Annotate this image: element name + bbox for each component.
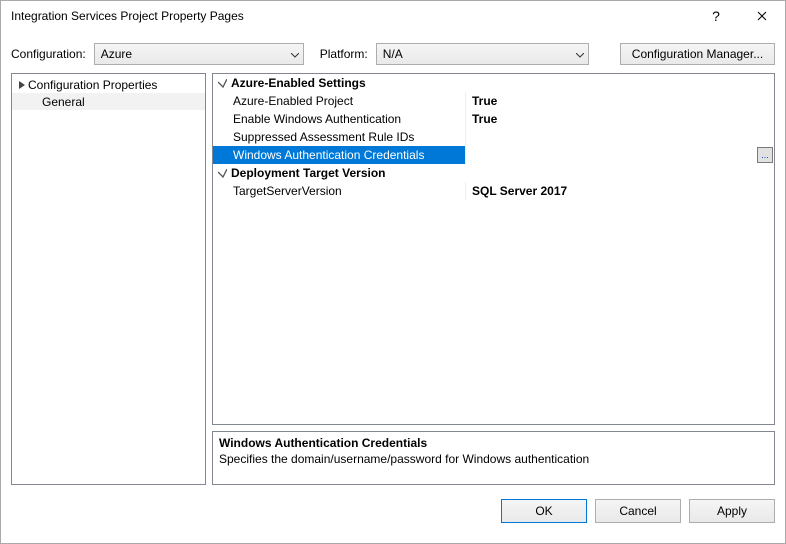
- ellipsis-button[interactable]: ...: [757, 147, 773, 163]
- platform-label: Platform:: [320, 47, 368, 61]
- prop-name: Azure-Enabled Project: [213, 92, 466, 110]
- chevron-down-icon: [291, 47, 299, 61]
- tree-item-label: Configuration Properties: [28, 78, 157, 92]
- platform-dropdown[interactable]: N/A: [376, 43, 589, 65]
- prop-value[interactable]: True: [466, 110, 774, 128]
- tree-item-config-properties[interactable]: Configuration Properties: [12, 76, 205, 93]
- category-azure-settings[interactable]: Azure-Enabled Settings: [213, 74, 774, 92]
- help-button[interactable]: ?: [693, 1, 739, 31]
- configuration-label: Configuration:: [11, 47, 86, 61]
- prop-enable-windows-auth[interactable]: Enable Windows Authentication True: [213, 110, 774, 128]
- dialog-footer: OK Cancel Apply: [1, 491, 785, 533]
- category-deployment-target[interactable]: Deployment Target Version: [213, 164, 774, 182]
- prop-name: TargetServerVersion: [213, 182, 466, 200]
- tree-item-label: General: [42, 95, 85, 109]
- nav-tree: Configuration Properties General: [11, 73, 206, 485]
- apply-button[interactable]: Apply: [689, 499, 775, 523]
- category-expander-icon[interactable]: [213, 169, 231, 178]
- description-title: Windows Authentication Credentials: [219, 436, 768, 450]
- prop-azure-enabled-project[interactable]: Azure-Enabled Project True: [213, 92, 774, 110]
- tree-expander-icon[interactable]: [16, 80, 28, 89]
- body: Configuration Properties General Azure-E…: [1, 73, 785, 491]
- property-grid: Azure-Enabled Settings Azure-Enabled Pro…: [212, 73, 775, 425]
- platform-value: N/A: [383, 47, 403, 61]
- right-pane: Azure-Enabled Settings Azure-Enabled Pro…: [212, 73, 775, 485]
- close-icon: [757, 11, 767, 21]
- title-bar: Integration Services Project Property Pa…: [1, 1, 785, 31]
- prop-name: Suppressed Assessment Rule IDs: [213, 128, 466, 146]
- description-text: Specifies the domain/username/password f…: [219, 452, 768, 466]
- configuration-manager-button[interactable]: Configuration Manager...: [620, 43, 775, 65]
- configuration-value: Azure: [101, 47, 132, 61]
- tree-item-general[interactable]: General: [12, 93, 205, 110]
- prop-value[interactable]: [466, 128, 774, 146]
- prop-value[interactable]: ...: [466, 146, 774, 164]
- configuration-dropdown[interactable]: Azure: [94, 43, 304, 65]
- config-toolbar: Configuration: Azure Platform: N/A Confi…: [1, 31, 785, 73]
- cancel-button[interactable]: Cancel: [595, 499, 681, 523]
- prop-windows-auth-credentials[interactable]: Windows Authentication Credentials ...: [213, 146, 774, 164]
- ok-button[interactable]: OK: [501, 499, 587, 523]
- description-panel: Windows Authentication Credentials Speci…: [212, 431, 775, 485]
- prop-value[interactable]: True: [466, 92, 774, 110]
- prop-name: Enable Windows Authentication: [213, 110, 466, 128]
- close-button[interactable]: [739, 1, 785, 31]
- window-title: Integration Services Project Property Pa…: [11, 9, 693, 23]
- prop-value[interactable]: SQL Server 2017: [466, 182, 774, 200]
- prop-target-server-version[interactable]: TargetServerVersion SQL Server 2017: [213, 182, 774, 200]
- prop-name: Windows Authentication Credentials: [213, 146, 466, 164]
- category-expander-icon[interactable]: [213, 79, 231, 88]
- chevron-down-icon: [576, 47, 584, 61]
- prop-suppressed-rule-ids[interactable]: Suppressed Assessment Rule IDs: [213, 128, 774, 146]
